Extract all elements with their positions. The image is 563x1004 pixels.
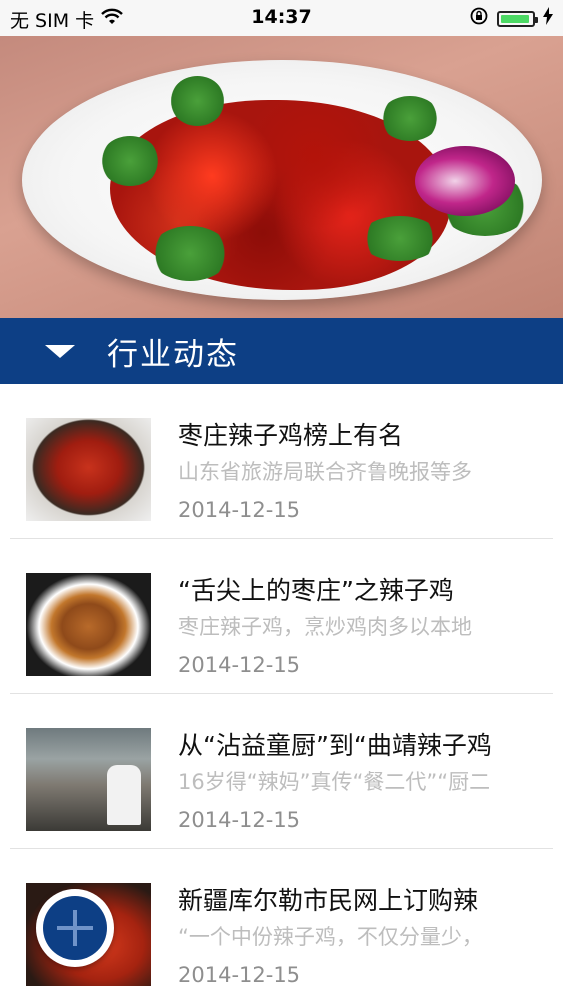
battery-tip xyxy=(535,16,538,23)
section-header[interactable]: 行业动态 xyxy=(0,318,563,384)
news-thumbnail xyxy=(26,728,151,831)
status-bar: 无 SIM 卡 14:37 xyxy=(0,0,563,36)
news-date: 2014-12-15 xyxy=(178,808,301,832)
news-date: 2014-12-15 xyxy=(178,653,301,677)
herb-garnish xyxy=(150,226,230,281)
triangle-down-icon[interactable] xyxy=(45,344,75,358)
herb-garnish xyxy=(100,136,160,186)
news-item[interactable]: “舌尖上的枣庄”之辣子鸡 枣庄辣子鸡，烹炒鸡肉多以本地 2014-12-15 xyxy=(10,539,553,694)
news-date: 2014-12-15 xyxy=(178,963,301,987)
news-title: 新疆库尔勒市民网上订购辣 xyxy=(178,886,479,915)
herb-garnish xyxy=(380,96,440,141)
status-right xyxy=(469,6,553,31)
charging-icon xyxy=(543,7,553,30)
news-description: 16岁得“辣妈”真传“餐二代”“厨二 xyxy=(178,770,491,794)
news-description: 枣庄辣子鸡，烹炒鸡肉多以本地 xyxy=(178,615,472,639)
news-item[interactable]: 枣庄辣子鸡榜上有名 山东省旅游局联合齐鲁晚报等多 2014-12-15 xyxy=(10,384,553,539)
news-thumbnail xyxy=(26,418,151,521)
add-button[interactable] xyxy=(36,889,114,967)
plus-icon[interactable] xyxy=(43,896,107,960)
section-title: 行业动态 xyxy=(107,336,239,373)
news-title: “舌尖上的枣庄”之辣子鸡 xyxy=(178,576,454,605)
herb-garnish xyxy=(170,76,225,126)
chef-figure xyxy=(107,765,141,825)
news-title: 枣庄辣子鸡榜上有名 xyxy=(178,421,404,450)
news-description: 山东省旅游局联合齐鲁晚报等多 xyxy=(178,460,472,484)
news-item[interactable]: 从“沾益童厨”到“曲靖辣子鸡 16岁得“辣妈”真传“餐二代”“厨二 2014-1… xyxy=(10,694,553,849)
news-thumbnail xyxy=(26,573,151,676)
herb-garnish xyxy=(360,216,440,261)
battery-icon xyxy=(497,10,538,27)
battery-fill xyxy=(501,14,529,23)
news-description: “一个中份辣子鸡，不仅分量少， xyxy=(178,925,483,949)
news-title: 从“沾益童厨”到“曲靖辣子鸡 xyxy=(178,731,492,760)
rotation-lock-icon xyxy=(469,6,489,31)
news-date: 2014-12-15 xyxy=(178,498,301,522)
orchid-garnish xyxy=(415,146,515,216)
hero-banner xyxy=(0,36,563,318)
